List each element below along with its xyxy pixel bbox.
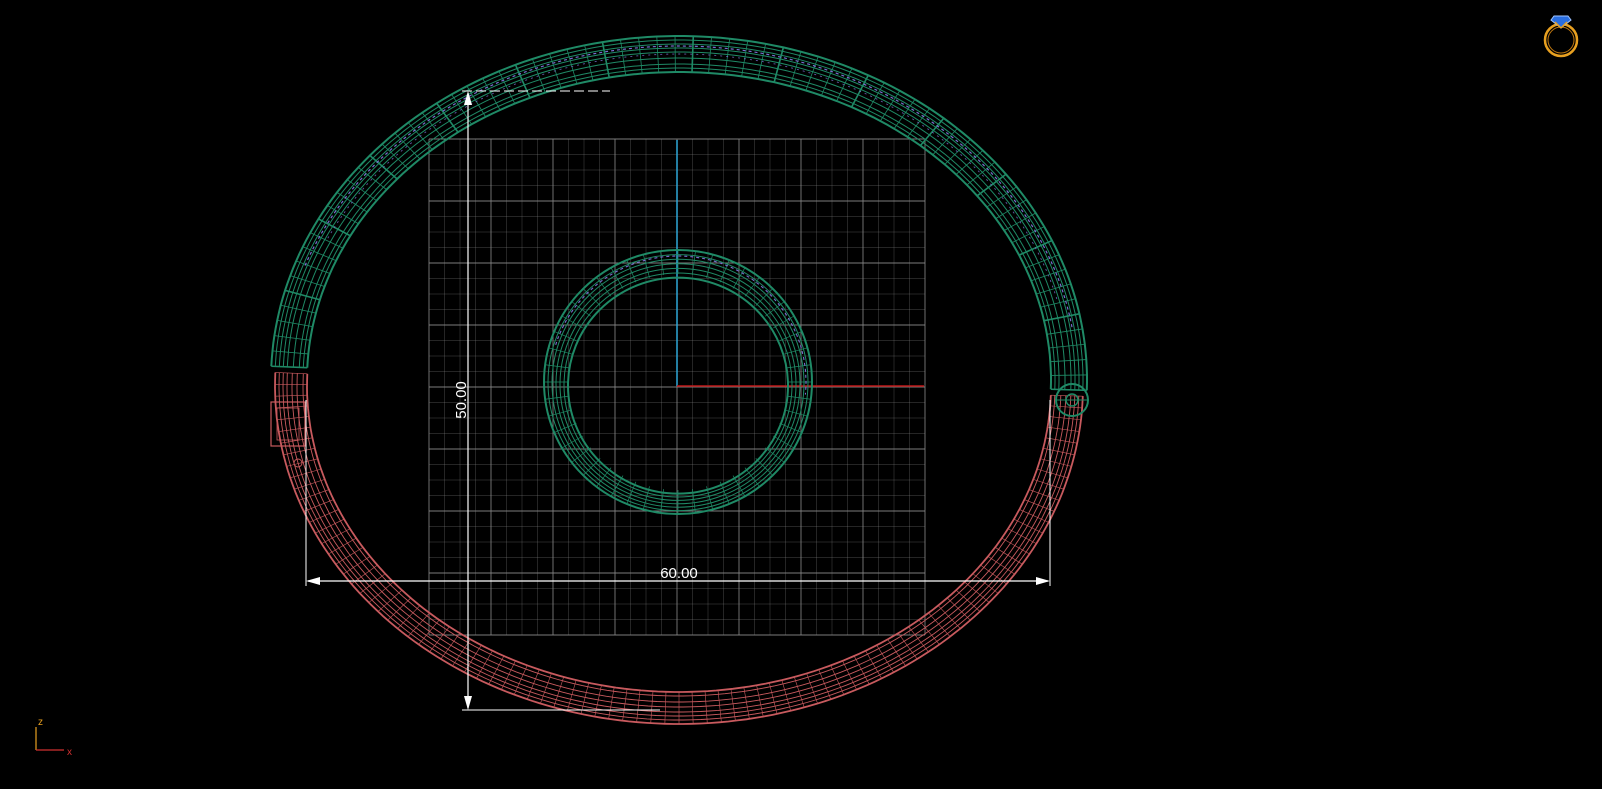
axis-x-label: x (67, 747, 72, 758)
vertical-dimension-label: 50.00 (453, 381, 470, 419)
horizontal-dimension-label: 60.00 (660, 565, 698, 582)
axis-z-label: z (38, 717, 43, 728)
wireframe-viewport[interactable]: 60.00 50.00 z x (0, 0, 1602, 789)
